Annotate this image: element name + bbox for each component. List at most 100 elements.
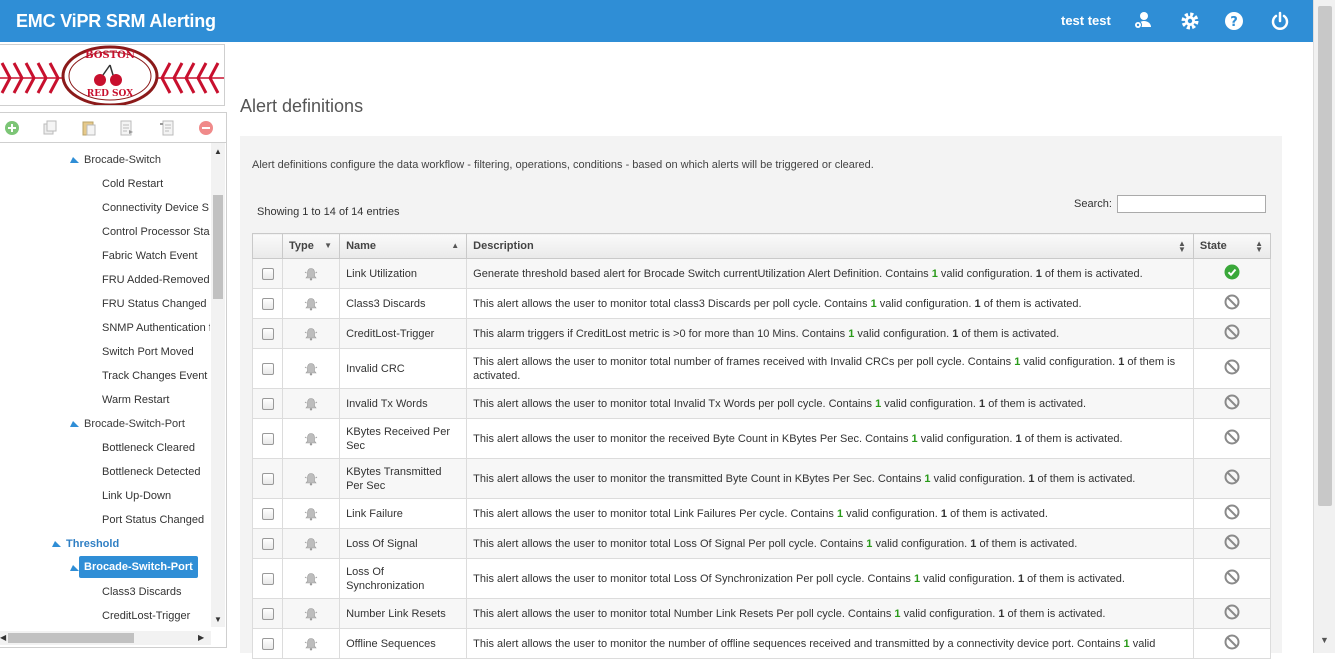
state-disabled-icon[interactable]	[1224, 294, 1240, 313]
row-checkbox[interactable]	[261, 507, 274, 520]
search-input[interactable]	[1117, 195, 1266, 213]
row-state-cell[interactable]	[1192, 628, 1272, 659]
row-name-cell[interactable]: Loss Of Signal	[339, 528, 468, 559]
row-name-cell[interactable]: KBytes Received Per Sec	[339, 418, 468, 459]
export-icon[interactable]	[119, 120, 135, 136]
row-state-cell[interactable]	[1192, 498, 1272, 529]
tree-item[interactable]: Link Up-Down	[102, 487, 210, 505]
row-state-cell[interactable]	[1192, 418, 1272, 459]
tree-vertical-scrollbar[interactable]: ▲ ▼	[211, 143, 225, 627]
expand-arrow-icon[interactable]	[70, 565, 79, 571]
row-checkbox[interactable]	[261, 327, 274, 340]
tree-item[interactable]: FRU Added-Removed	[102, 271, 210, 289]
state-disabled-icon[interactable]	[1224, 569, 1240, 588]
scroll-right-icon[interactable]: ▶	[198, 633, 204, 642]
row-name-cell[interactable]: Link Failure	[339, 498, 468, 529]
state-disabled-icon[interactable]	[1224, 394, 1240, 413]
tree-item[interactable]: Cold Restart	[102, 175, 210, 193]
row-state-cell[interactable]	[1192, 558, 1272, 599]
filter-dropdown-icon[interactable]: ▼	[324, 242, 332, 250]
table-row[interactable]: Offline Sequences This alert allows the u…	[251, 628, 1272, 659]
row-checkbox[interactable]	[261, 267, 274, 280]
scroll-up-icon[interactable]: ▲	[214, 147, 222, 156]
row-checkbox[interactable]	[261, 537, 274, 550]
row-description-cell[interactable]: This alert allows the user to monitor to…	[466, 598, 1194, 629]
state-disabled-icon[interactable]	[1224, 324, 1240, 343]
tree-item[interactable]: Fabric Watch Event	[102, 247, 210, 265]
row-checkbox[interactable]	[261, 432, 274, 445]
row-state-cell[interactable]	[1192, 288, 1272, 319]
row-name-cell[interactable]: Invalid CRC	[339, 348, 468, 389]
row-state-cell[interactable]	[1192, 388, 1272, 419]
tree-item[interactable]: Bottleneck Detected	[102, 463, 210, 481]
expand-arrow-icon[interactable]	[52, 541, 61, 547]
tree-scroll-thumb[interactable]	[213, 195, 223, 299]
users-icon[interactable]	[1132, 10, 1154, 32]
row-description-cell[interactable]: This alert allows the user to monitor to…	[466, 498, 1194, 529]
tree-item[interactable]: Connectivity Device S	[102, 199, 210, 217]
add-icon[interactable]	[4, 120, 20, 136]
row-checkbox[interactable]	[261, 607, 274, 620]
row-name-cell[interactable]: Link Utilization	[339, 258, 468, 289]
tree-node-threshold[interactable]: Threshold	[66, 535, 119, 553]
row-checkbox[interactable]	[261, 397, 274, 410]
state-disabled-icon[interactable]	[1224, 534, 1240, 553]
tree-item[interactable]: Port Status Changed	[102, 511, 210, 529]
state-disabled-icon[interactable]	[1224, 359, 1240, 378]
column-header-name[interactable]: Name ▲	[339, 233, 468, 259]
table-row[interactable]: Link Utilization Generate threshold based…	[251, 258, 1272, 289]
sort-both-icon[interactable]: ▲ ▼	[1255, 240, 1263, 254]
tree-horizontal-scrollbar[interactable]: ◀ ▶	[0, 631, 211, 645]
row-name-cell[interactable]: Offline Sequences	[339, 628, 468, 659]
table-row[interactable]: Loss Of Signal This alert allows the user…	[251, 528, 1272, 559]
table-row[interactable]: Link Failure This alert allows the user t…	[251, 498, 1272, 529]
tree-item[interactable]: Class3 Discards	[102, 583, 210, 601]
column-header-state[interactable]: State ▲ ▼	[1192, 233, 1272, 259]
table-row[interactable]: Class3 Discards This alert allows the use…	[251, 288, 1272, 319]
tree-item[interactable]: CreditLost-Trigger	[102, 607, 210, 625]
row-state-cell[interactable]	[1192, 258, 1272, 289]
user-menu[interactable]: test test	[1061, 13, 1111, 28]
tree-node-brocade-switch[interactable]: Brocade-Switch	[84, 151, 161, 169]
row-state-cell[interactable]	[1192, 598, 1272, 629]
row-checkbox[interactable]	[261, 362, 274, 375]
row-state-cell[interactable]	[1192, 528, 1272, 559]
state-disabled-icon[interactable]	[1224, 604, 1240, 623]
sort-asc-icon[interactable]: ▲	[451, 242, 459, 250]
window-scrollbar[interactable]: ▼	[1313, 0, 1335, 653]
row-description-cell[interactable]: This alert allows the user to monitor th…	[466, 418, 1194, 459]
row-name-cell[interactable]: Loss Of Synchronization	[339, 558, 468, 599]
tree-item[interactable]: Switch Port Moved	[102, 343, 210, 361]
expand-arrow-icon[interactable]	[70, 157, 79, 163]
row-description-cell[interactable]: This alert allows the user to monitor to…	[466, 558, 1194, 599]
row-description-cell[interactable]: This alarm triggers if CreditLost metric…	[466, 318, 1194, 349]
sort-both-icon[interactable]: ▲ ▼	[1178, 240, 1186, 254]
state-disabled-icon[interactable]	[1224, 429, 1240, 448]
row-name-cell[interactable]: KBytes Transmitted Per Sec	[339, 458, 468, 499]
row-description-cell[interactable]: This alert allows the user to monitor to…	[466, 348, 1194, 389]
row-description-cell[interactable]: Generate threshold based alert for Broca…	[466, 258, 1194, 289]
tree-item[interactable]: SNMP Authentication f	[102, 319, 210, 337]
table-row[interactable]: CreditLost-Trigger This alarm triggers if…	[251, 318, 1272, 349]
expand-arrow-icon[interactable]	[70, 421, 79, 427]
row-description-cell[interactable]: This alert allows the user to monitor to…	[466, 388, 1194, 419]
paste-icon[interactable]	[81, 120, 97, 136]
column-header-description[interactable]: Description ▲ ▼	[466, 233, 1194, 259]
row-description-cell[interactable]: This alert allows the user to monitor to…	[466, 288, 1194, 319]
state-active-icon[interactable]	[1224, 264, 1240, 283]
table-row[interactable]: Invalid Tx Words This alert allows the us…	[251, 388, 1272, 419]
tree-node-brocade-switch-port[interactable]: Brocade-Switch-Port	[84, 415, 185, 433]
table-row[interactable]: Invalid CRC This alert allows the user to…	[251, 348, 1272, 389]
tree-item[interactable]: Control Processor Sta	[102, 223, 210, 241]
row-name-cell[interactable]: CreditLost-Trigger	[339, 318, 468, 349]
table-row[interactable]: KBytes Received Per Sec This alert allows…	[251, 418, 1272, 459]
window-scroll-thumb[interactable]	[1318, 6, 1332, 506]
tree-hscroll-thumb[interactable]	[8, 633, 134, 643]
row-state-cell[interactable]	[1192, 348, 1272, 389]
tree-item[interactable]: Track Changes Event	[102, 367, 210, 385]
row-checkbox[interactable]	[261, 637, 274, 650]
state-disabled-icon[interactable]	[1224, 634, 1240, 653]
table-row[interactable]: Number Link Resets This alert allows the …	[251, 598, 1272, 629]
power-icon[interactable]	[1269, 10, 1291, 32]
gear-icon[interactable]	[1179, 10, 1201, 32]
